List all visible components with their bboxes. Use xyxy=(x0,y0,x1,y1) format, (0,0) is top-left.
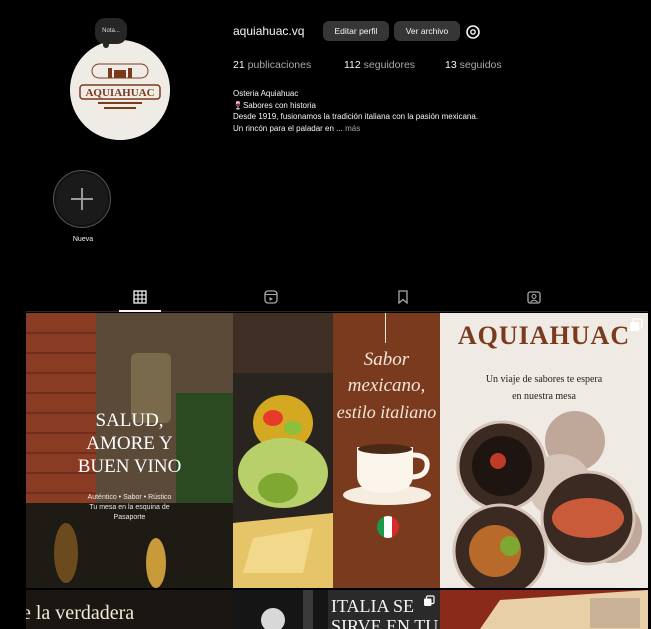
post-1-line-3: BUEN VINO xyxy=(77,456,182,477)
followers-label: seguidores xyxy=(363,59,416,71)
post-tile-4[interactable]: AQUIAHUAC Un viaje de sabores te espera … xyxy=(440,313,648,588)
post-1-line-2: AMORE Y xyxy=(86,433,173,454)
note-text: Nota... xyxy=(102,28,120,34)
post-tile-1[interactable]: SALUD, AMORE Y BUEN VINO Auténtico • Sab… xyxy=(26,313,233,588)
posts-label: publicaciones xyxy=(247,59,312,71)
post-4-title: AQUIAHUAC xyxy=(457,321,631,350)
multiple-posts-icon xyxy=(424,595,435,606)
post-7-line-2: SIRVE EN TU xyxy=(331,616,439,629)
followers-count: 112 xyxy=(344,59,361,71)
post-5-text: e la verdadera xyxy=(26,602,135,624)
tagged-icon[interactable] xyxy=(526,289,542,305)
wine-photo xyxy=(233,590,328,629)
post-4-dishes-image xyxy=(452,411,642,588)
post-tile-8[interactable] xyxy=(440,590,648,629)
food-photo xyxy=(233,313,333,588)
edit-profile-button[interactable]: Editar perfil xyxy=(323,21,389,41)
post-1-line-1: SALUD, xyxy=(95,410,164,431)
grid-icon[interactable] xyxy=(132,289,148,305)
bio-more-link[interactable]: más xyxy=(345,124,360,133)
active-tab-indicator xyxy=(119,310,161,312)
post-3-line-1: Sabor xyxy=(363,349,410,370)
posts-stat: 21 publicaciones xyxy=(233,59,311,71)
bio-line-1: 🍷Sabores con historia xyxy=(233,100,316,110)
post-1-subtitle-2: Tu mesa en la esquina de xyxy=(89,504,170,511)
post-4-line-1: Un viaje de sabores te espera xyxy=(485,374,603,385)
highlight-label: Nueva xyxy=(72,236,94,243)
bio-line-2: Desde 1919, fusionamos la tradición ital… xyxy=(233,112,479,121)
following-count: 13 xyxy=(445,59,457,71)
post-1-subtitle-3: Pasaporte xyxy=(113,514,146,521)
view-archive-button[interactable]: Ver archivo xyxy=(394,21,460,41)
following-stat[interactable]: 13 seguidos xyxy=(445,59,502,71)
bio-line-3-text: Un rincón para el paladar en ... xyxy=(233,123,343,133)
pizza-photo xyxy=(440,590,648,629)
followers-stat[interactable]: 112 seguidores xyxy=(344,59,415,71)
note-bubble[interactable]: Nota... xyxy=(95,18,127,48)
avatar-logo-text: AQUIAHUAC xyxy=(85,87,154,99)
plus-icon xyxy=(71,188,93,210)
bio-name: Osteria Aquiahuac xyxy=(233,89,299,98)
following-label: seguidos xyxy=(459,59,502,71)
profile-avatar[interactable]: AQUIAHUAC xyxy=(70,40,170,140)
post-tile-5[interactable]: e la verdadera xyxy=(26,590,233,629)
post-4-line-2: en nuestra mesa xyxy=(512,391,576,402)
bio-line-3: Un rincón para el paladar en ... más xyxy=(233,123,360,135)
post-1-subtitle: Auténtico • Sabor • Rústico xyxy=(87,494,172,501)
post-3-line-3: estilo italiano xyxy=(336,402,437,422)
italy-flag-icon xyxy=(377,516,399,538)
posts-count: 21 xyxy=(233,59,245,71)
post-tile-2[interactable] xyxy=(233,313,333,588)
coffee-cup-icon xyxy=(343,444,431,505)
post-tile-6[interactable] xyxy=(233,590,328,629)
post-tile-7[interactable]: ITALIA SE SIRVE EN TU xyxy=(328,590,440,629)
bookmark-icon[interactable] xyxy=(395,289,411,305)
post-tile-3[interactable]: Sabor mexicano, estilo italiano xyxy=(333,313,440,588)
username: aquiahuac.vq xyxy=(233,24,305,38)
multiple-posts-icon xyxy=(630,318,643,331)
post-3-line-2: mexicano, xyxy=(347,375,426,396)
gear-icon[interactable] xyxy=(465,24,481,40)
post-3-divider xyxy=(385,313,386,343)
reels-icon[interactable] xyxy=(263,289,279,305)
